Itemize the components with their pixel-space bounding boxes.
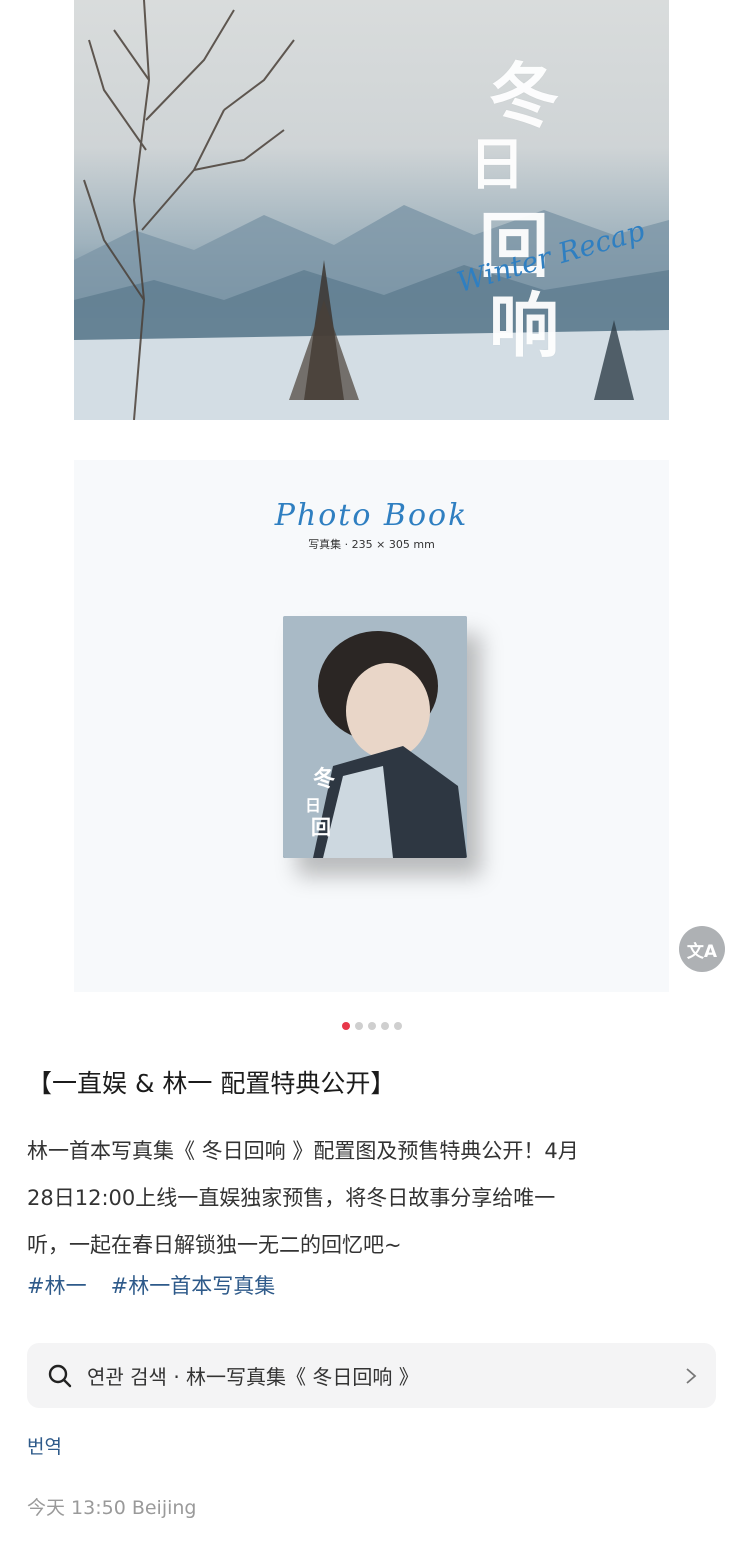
post-timestamp: 今天 13:50 Beijing <box>27 1497 197 1519</box>
calligraphy-char: 日 <box>469 132 525 198</box>
calligraphy-title: 冬 日 回 响 <box>449 40 629 367</box>
post-body-line: 听，一起在春日解锁独一无二的回忆吧~ <box>27 1233 402 1257</box>
post-page: 冬 日 回 响 Winter Recap Photo Book 写真集 · 23… <box>0 0 743 1567</box>
carousel-dot[interactable] <box>393 1022 402 1030</box>
chevron-right-icon <box>686 1367 697 1384</box>
post-title: 【一直娱 & 林一 配置特典公开】 <box>27 1069 396 1098</box>
translate-icon: 文A <box>686 941 718 962</box>
post-body: 林一首本写真集《 冬日回响 》配置图及预售特典公开！4月 28日12:00上线一… <box>27 1128 717 1269</box>
carousel-dot-active[interactable] <box>341 1022 350 1030</box>
svg-text:回: 回 <box>311 815 331 839</box>
translate-link[interactable]: 번역 <box>27 1432 62 1459</box>
carousel-pagination <box>0 1022 743 1030</box>
hashtag-list: #林一 #林一首本写真集 <box>27 1270 275 1300</box>
translate-image-button[interactable]: 文A <box>679 926 725 972</box>
search-icon <box>48 1364 72 1387</box>
related-search-label: 연관 검색 · 林一写真集《 冬日回响 》 <box>87 1365 419 1389</box>
photo-book-product-image: Photo Book 写真集 · 235 × 305 mm 冬 日 回 <box>74 460 669 992</box>
post-body-line: 林一首本写真集《 冬日回响 》配置图及预售特典公开！4月 <box>27 1139 579 1163</box>
photo-book-cover: 冬 日 回 <box>283 616 467 858</box>
photo-book-title: Photo Book <box>274 498 469 533</box>
carousel-dot[interactable] <box>380 1022 389 1030</box>
hashtag-link[interactable]: #林一首本写真集 <box>111 1270 276 1300</box>
hashtag-link[interactable]: #林一 <box>27 1270 87 1300</box>
cover-portrait-illustration: 冬 日 回 <box>283 616 467 858</box>
svg-text:日: 日 <box>305 796 321 815</box>
image-carousel[interactable]: 冬 日 回 响 Winter Recap Photo Book 写真集 · 23… <box>74 0 669 992</box>
svg-text:冬: 冬 <box>313 766 335 792</box>
carousel-dot[interactable] <box>367 1022 376 1030</box>
photo-book-subtitle: 写真集 · 235 × 305 mm <box>308 538 435 551</box>
related-search-card[interactable]: 연관 검색 · 林一写真集《 冬日回响 》 <box>27 1343 716 1408</box>
winter-recap-banner-image: 冬 日 回 响 Winter Recap <box>74 0 669 420</box>
post-body-line: 28日12:00上线一直娱独家预售，将冬日故事分享给唯一 <box>27 1186 556 1210</box>
carousel-dot[interactable] <box>354 1022 363 1030</box>
